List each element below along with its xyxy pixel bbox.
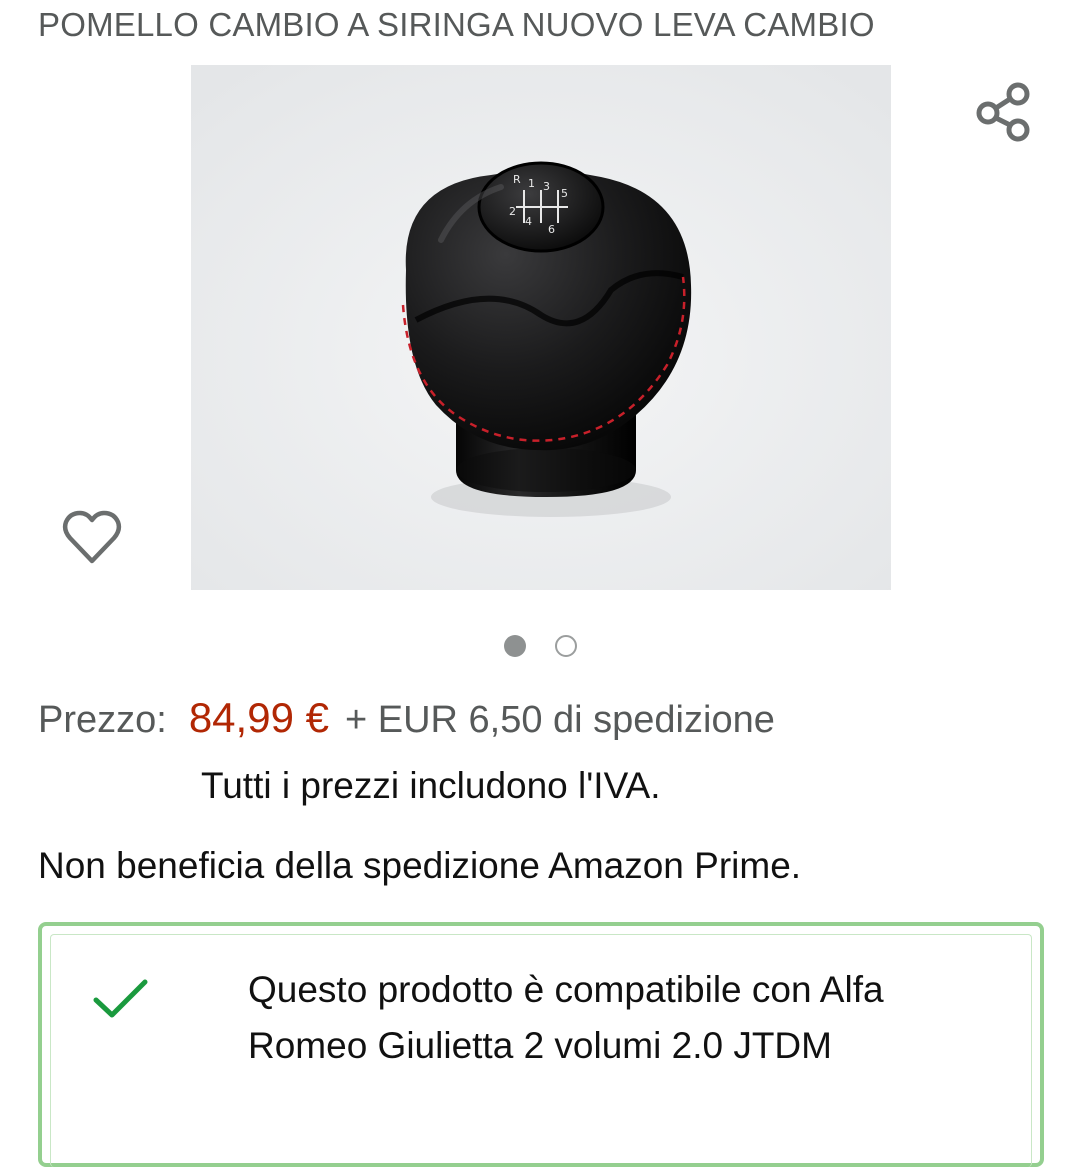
compatibility-box: Questo prodotto è compatibile con Alfa R… xyxy=(38,922,1044,1167)
carousel-dot-active[interactable] xyxy=(504,635,526,657)
shipping-cost: + EUR 6,50 di spedizione xyxy=(344,699,775,741)
vat-note: Tutti i prezzi includono l'IVA. xyxy=(201,765,661,806)
price-label: Prezzo: xyxy=(38,699,167,741)
share-icon xyxy=(976,82,1030,142)
gear-digit: 3 xyxy=(543,180,550,193)
gear-digit: 2 xyxy=(509,205,516,218)
gear-digit: 4 xyxy=(525,215,532,228)
gear-digit: R xyxy=(513,173,521,186)
prime-note: Non beneficia della spedizione Amazon Pr… xyxy=(38,845,802,886)
product-image[interactable]: R 1 3 5 2 4 6 xyxy=(191,65,891,590)
price-row: Prezzo: 84,99 € + EUR 6,50 di spedizione xyxy=(38,694,775,742)
checkmark-icon xyxy=(93,979,148,1018)
gear-digit: 6 xyxy=(548,223,555,236)
price-value: 84,99 € xyxy=(188,694,329,741)
gear-digit: 5 xyxy=(561,187,568,200)
share-button[interactable] xyxy=(970,78,1036,146)
heart-icon xyxy=(62,510,122,564)
gear-digit: 1 xyxy=(528,177,535,190)
product-title: POMELLO CAMBIO A SIRINGA NUOVO LEVA CAMB… xyxy=(38,6,875,43)
wishlist-button[interactable] xyxy=(58,506,126,568)
image-carousel-indicator xyxy=(0,635,1080,659)
compatibility-text: Questo prodotto è compatibile con Alfa R… xyxy=(248,969,884,1066)
gear-knob-illustration: R 1 3 5 2 4 6 xyxy=(191,65,891,590)
carousel-dot[interactable] xyxy=(555,635,577,657)
